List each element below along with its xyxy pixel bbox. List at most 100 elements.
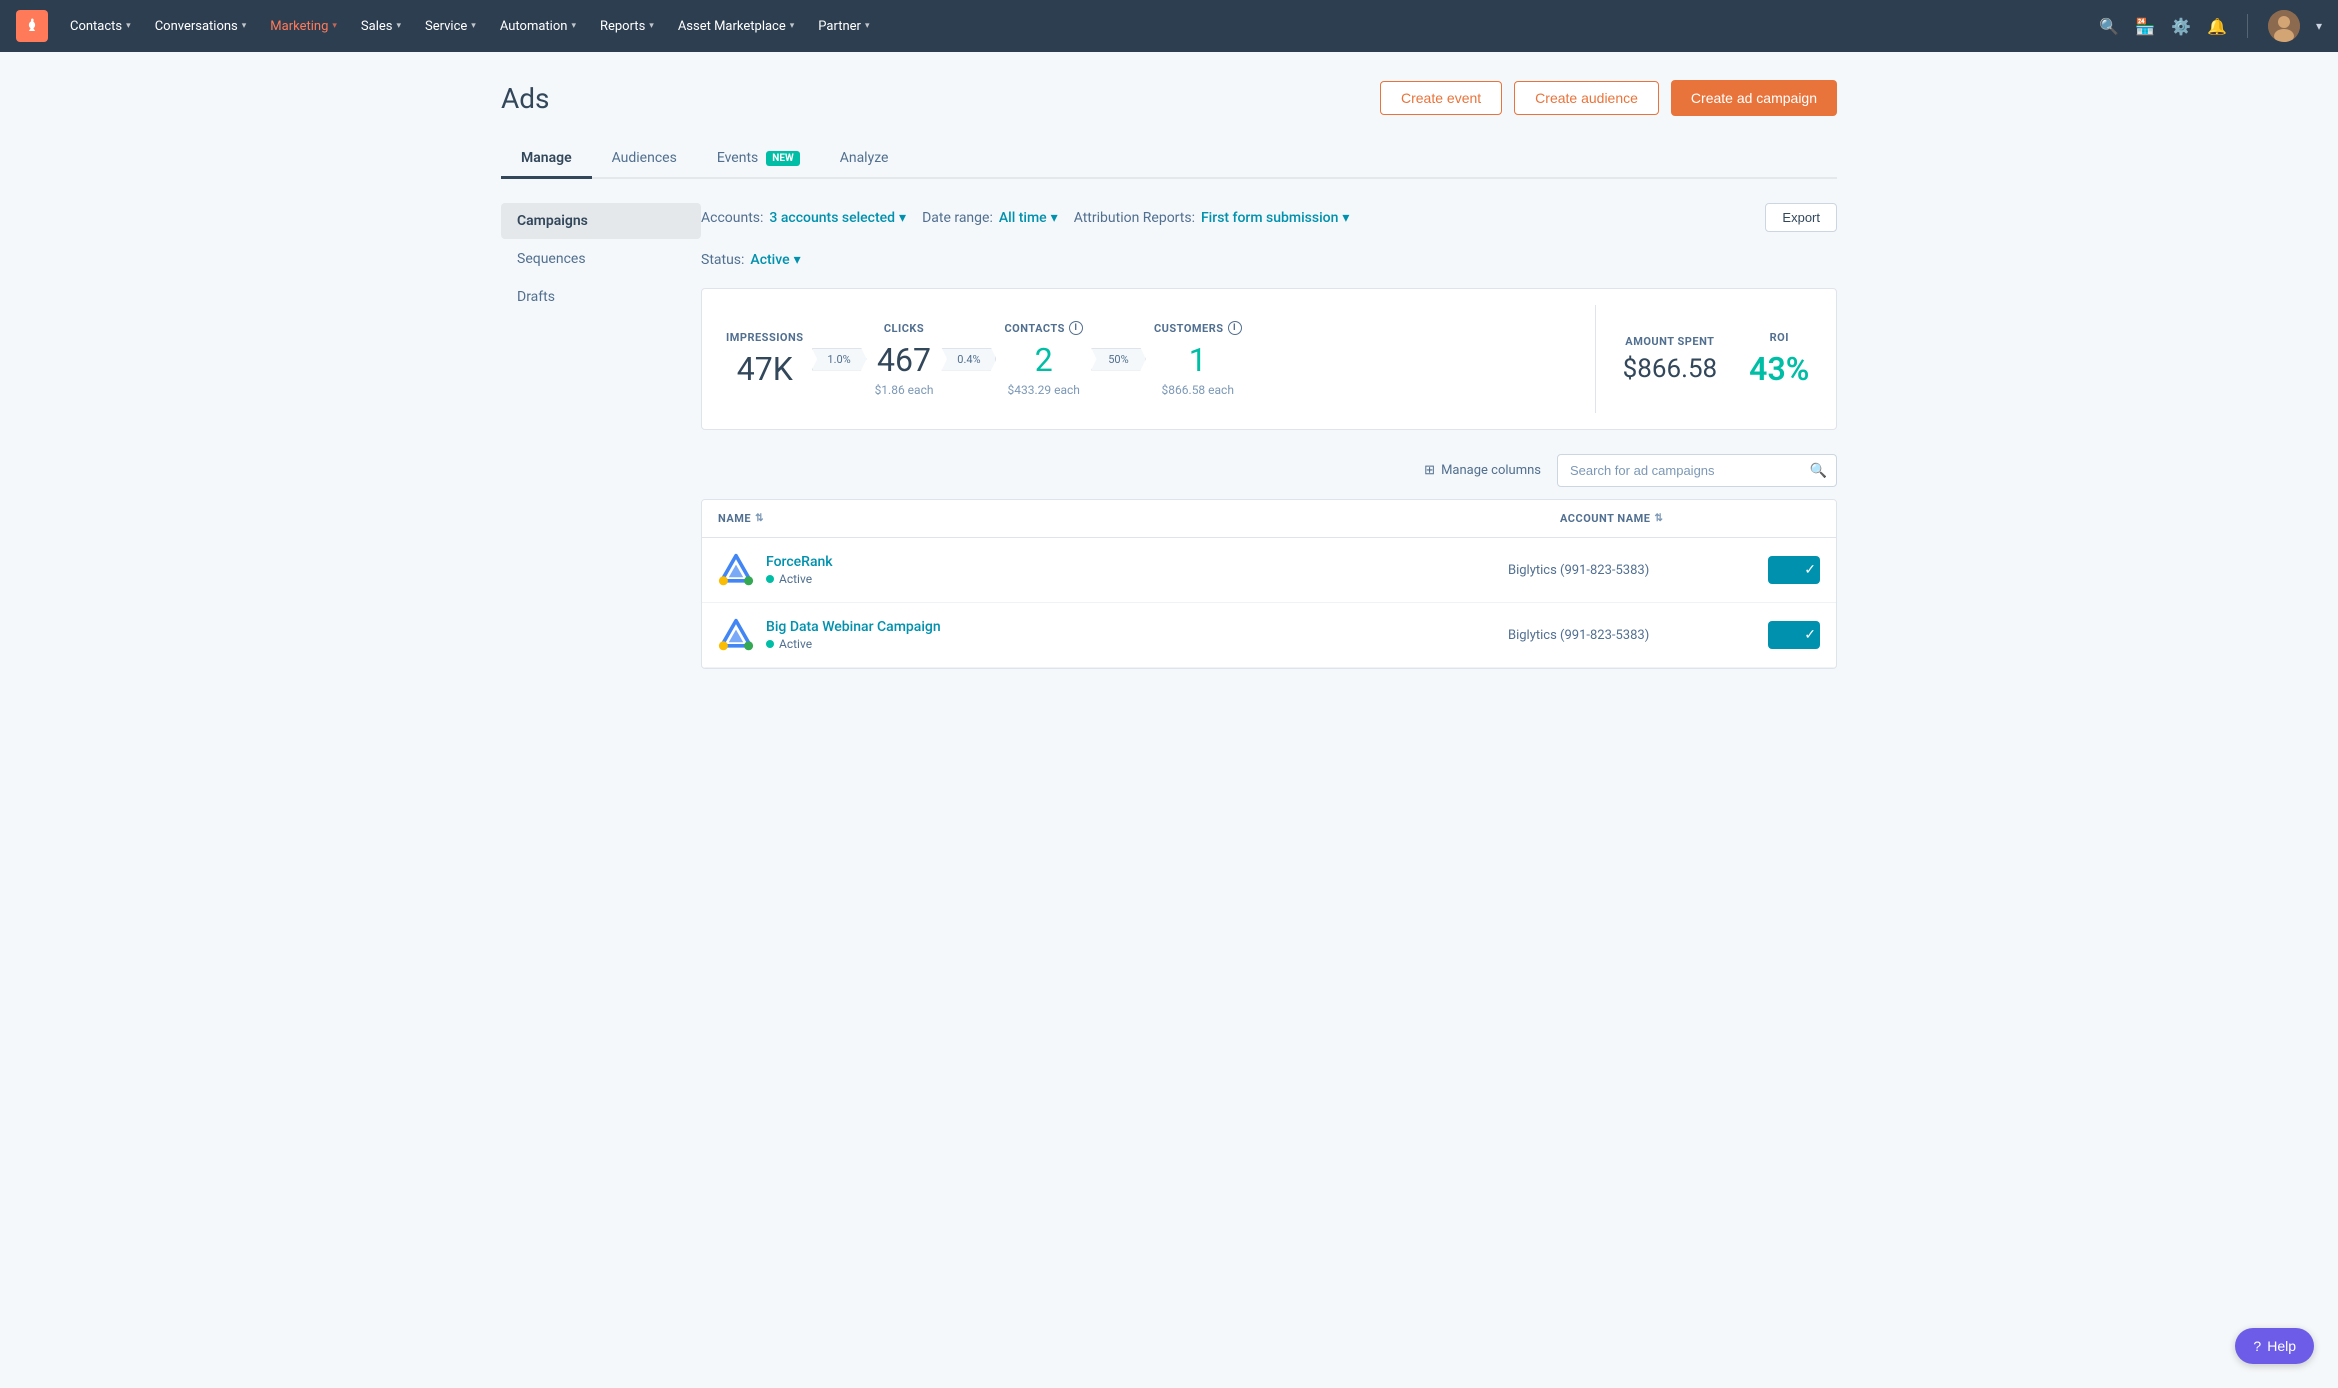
contacts-stat: CONTACTS i 2 $433.29 each [1004,321,1082,397]
date-range-value[interactable]: All time ▾ [999,210,1058,226]
row-name-col: Big Data Webinar Campaign Active [718,617,1508,653]
amount-spent-value: $866.58 [1623,354,1718,384]
columns-icon: ⊞ [1424,463,1435,478]
chevron-down-icon: ▾ [865,21,870,31]
settings-icon[interactable]: ⚙️ [2171,17,2191,36]
export-button[interactable]: Export [1765,203,1837,232]
create-ad-campaign-button[interactable]: Create ad campaign [1671,80,1837,116]
table-row: Big Data Webinar Campaign Active Biglyti… [702,603,1836,668]
amount-spent-label: AMOUNT SPENT [1623,335,1718,348]
sidebar-item-drafts[interactable]: Drafts [501,279,701,315]
row-account: Biglytics (991-823-5383) [1508,628,1768,643]
clicks-stat: CLICKS 467 $1.86 each [875,322,934,397]
impressions-label: IMPRESSIONS [726,331,804,344]
toggle-check-icon: ✓ [1804,562,1816,578]
page-tabs: Manage Audiences Events NEW Analyze [501,140,1837,179]
impressions-stat: IMPRESSIONS 47K [726,331,804,388]
create-event-button[interactable]: Create event [1380,81,1502,115]
help-icon: ? [2253,1338,2261,1354]
stats-side: AMOUNT SPENT $866.58 ROI 43% [1596,289,1836,429]
tab-events[interactable]: Events NEW [697,140,820,179]
impressions-value: 47K [726,350,804,388]
campaigns-table: NAME ⇅ ACCOUNT NAME ⇅ [701,499,1837,669]
tab-audiences[interactable]: Audiences [592,140,697,179]
campaign-status: Active [766,637,941,651]
content-area: Accounts: 3 accounts selected ▾ Date ran… [701,203,1837,669]
table-row: ForceRank Active Biglytics (991-823-5383… [702,538,1836,603]
search-icon[interactable]: 🔍 [2099,17,2119,36]
date-range-filter: Date range: All time ▾ [922,210,1058,226]
nav-automation[interactable]: Automation ▾ [490,13,586,40]
customers-info-icon[interactable]: i [1228,321,1242,335]
status-filter: Status: Active ▾ [701,252,1837,268]
customers-stat: CUSTOMERS i 1 $866.58 each [1154,321,1242,397]
table-header: NAME ⇅ ACCOUNT NAME ⇅ [702,500,1836,538]
create-audience-button[interactable]: Create audience [1514,81,1659,115]
notifications-icon[interactable]: 🔔 [2207,17,2227,36]
conversion-rate-2: 0.4% [941,348,996,371]
sort-icon[interactable]: ⇅ [1654,513,1663,524]
contacts-value: 2 [1004,341,1082,379]
customers-label: CUSTOMERS i [1154,321,1242,335]
search-row: ⊞ Manage columns 🔍 [701,454,1837,487]
nav-service[interactable]: Service ▾ [415,13,486,40]
nav-asset-marketplace[interactable]: Asset Marketplace ▾ [668,13,804,40]
stats-card: IMPRESSIONS 47K 1.0% [701,288,1837,430]
campaign-name[interactable]: ForceRank [766,554,833,570]
chevron-down-icon: ▾ [649,21,654,31]
help-button[interactable]: ? Help [2235,1328,2314,1364]
nav-contacts[interactable]: Contacts ▾ [60,13,141,40]
chevron-down-icon: ▾ [794,252,801,268]
nav-sales[interactable]: Sales ▾ [351,13,411,40]
campaign-toggle[interactable]: ✓ [1768,621,1820,649]
campaign-toggle[interactable]: ✓ [1768,556,1820,584]
contacts-info-icon[interactable]: i [1069,321,1083,335]
nav-partner[interactable]: Partner ▾ [808,13,879,40]
status-value[interactable]: Active ▾ [750,252,800,268]
chevron-down-icon: ▾ [396,21,401,31]
attribution-filter: Attribution Reports: First form submissi… [1074,210,1350,226]
toggle-check-icon: ✓ [1804,627,1816,643]
chevron-down-icon: ▾ [471,21,476,31]
customers-sub: $866.58 each [1154,383,1242,397]
search-box: 🔍 [1557,454,1837,487]
nav-divider [2247,14,2248,38]
status-dot-active [766,640,774,648]
page-header: Ads Create event Create audience Create … [501,80,1837,116]
campaign-name[interactable]: Big Data Webinar Campaign [766,619,941,635]
hubspot-logo[interactable] [16,10,48,42]
nav-conversations[interactable]: Conversations ▾ [145,13,257,40]
chevron-down-icon: ▾ [332,21,337,31]
campaign-info: ForceRank Active [766,554,833,586]
chevron-down-icon: ▾ [242,21,247,31]
roi-label: ROI [1749,331,1809,344]
chevron-down-icon: ▾ [571,21,576,31]
tab-manage[interactable]: Manage [501,140,592,179]
chevron-down-icon: ▾ [790,21,795,31]
attribution-value[interactable]: First form submission ▾ [1201,210,1349,226]
user-avatar[interactable] [2268,10,2300,42]
manage-columns-button[interactable]: ⊞ Manage columns [1424,463,1541,478]
contacts-label: CONTACTS i [1004,321,1082,335]
new-badge: NEW [766,151,799,166]
accounts-value[interactable]: 3 accounts selected ▾ [769,210,906,226]
sidebar-item-campaigns[interactable]: Campaigns [501,203,701,239]
page-container: Ads Create event Create audience Create … [469,52,1869,697]
marketplace-icon[interactable]: 🏪 [2135,17,2155,36]
arrow-impressions-clicks: 1.0% [812,347,867,371]
roi-stat: ROI 43% [1749,331,1809,388]
sidebar-item-sequences[interactable]: Sequences [501,241,701,277]
nav-marketing[interactable]: Marketing ▾ [260,13,347,40]
sort-icon[interactable]: ⇅ [755,513,764,524]
account-dropdown-icon[interactable]: ▾ [2316,19,2322,33]
accounts-filter: Accounts: 3 accounts selected ▾ [701,210,906,226]
nav-reports[interactable]: Reports ▾ [590,13,664,40]
tab-analyze[interactable]: Analyze [820,140,909,179]
header-buttons: Create event Create audience Create ad c… [1380,80,1837,116]
conversion-rate-3: 50% [1091,348,1146,371]
search-input[interactable] [1557,454,1837,487]
status-label: Status: [701,252,744,268]
google-ads-logo [718,552,754,588]
top-navigation: Contacts ▾ Conversations ▾ Marketing ▾ S… [0,0,2338,52]
topnav-icons: 🔍 🏪 ⚙️ 🔔 ▾ [2099,10,2322,42]
